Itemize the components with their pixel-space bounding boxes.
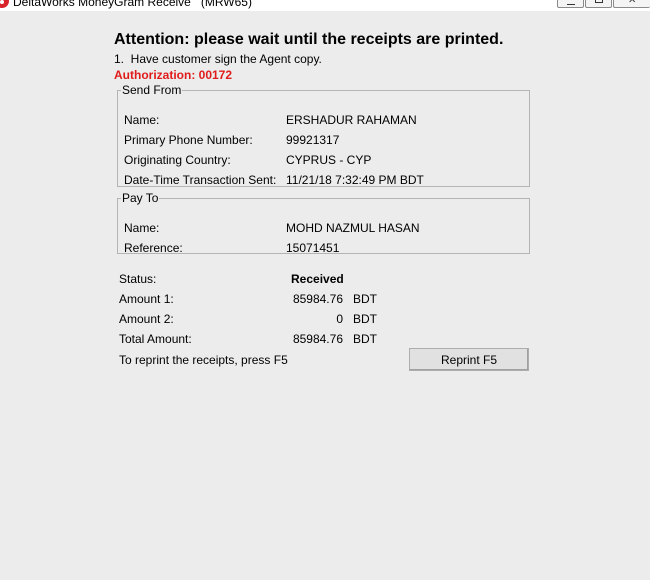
- close-button[interactable]: ✕: [613, 0, 650, 8]
- amount-label: Amount 2:: [119, 312, 174, 326]
- origin-country-value: CYPRUS - CYP: [286, 153, 372, 167]
- field-label: Reference:: [124, 241, 183, 255]
- sent-datetime-value: 11/21/18 7:32:49 PM BDT: [286, 173, 424, 187]
- reprint-instruction: To reprint the receipts, press F5: [119, 353, 288, 367]
- reference-row: Reference: 15071451: [118, 241, 529, 255]
- status-label: Status:: [119, 272, 157, 286]
- field-label: Date-Time Transaction Sent:: [124, 173, 277, 187]
- minimize-icon: [567, 2, 575, 5]
- currency-code: BDT: [353, 332, 377, 346]
- amount-row: Amount 1: 85984.76 BDT: [0, 292, 650, 306]
- amount-value: 85984.76: [292, 292, 343, 306]
- maximize-icon: [595, 0, 603, 3]
- sent-datetime-row: Date-Time Transaction Sent: 11/21/18 7:3…: [118, 173, 529, 187]
- close-icon: ✕: [628, 0, 637, 6]
- total-amount-row: Total Amount: 85984.76 BDT: [0, 332, 650, 346]
- minimize-button[interactable]: [557, 0, 584, 8]
- send-from-group: Send From Name: ERSHADUR RAHAMAN Primary…: [117, 84, 530, 187]
- moneygram-logo-icon: [0, 0, 9, 8]
- reprint-button[interactable]: Reprint F5: [409, 348, 529, 371]
- sender-phone-value: 99921317: [286, 133, 340, 147]
- amount-row: Amount 2: 0 BDT: [0, 312, 650, 326]
- sender-name-row: Name: ERSHADUR RAHAMAN: [118, 113, 529, 127]
- title-bar: DeltaWorks MoneyGram Receive (MRW65) ✕: [0, 0, 650, 11]
- authorization-number: Authorization: 00172: [114, 68, 233, 82]
- maximize-button[interactable]: [585, 0, 612, 8]
- sender-name-value: ERSHADUR RAHAMAN: [286, 113, 417, 127]
- field-label: Name:: [124, 221, 160, 235]
- field-label: Primary Phone Number:: [124, 133, 253, 147]
- origin-country-row: Originating Country: CYPRUS - CYP: [118, 153, 529, 167]
- sender-phone-row: Primary Phone Number: 99921317: [118, 133, 529, 147]
- total-amount-value: 85984.76: [292, 332, 343, 346]
- reference-value: 15071451: [286, 241, 340, 255]
- pay-to-legend: Pay To: [122, 191, 159, 205]
- status-value: Received: [291, 272, 344, 286]
- send-from-legend: Send From: [122, 83, 182, 97]
- status-row: Status: Received: [0, 272, 650, 286]
- currency-code: BDT: [353, 292, 377, 306]
- attention-heading: Attention: please wait until the receipt…: [114, 31, 504, 48]
- currency-code: BDT: [353, 312, 377, 326]
- amount-value: 0: [336, 312, 343, 326]
- field-label: Originating Country:: [124, 153, 231, 167]
- field-label: Name:: [124, 113, 160, 127]
- receiver-name-value: MOHD NAZMUL HASAN: [286, 221, 420, 235]
- pay-to-group: Pay To Name: MOHD NAZMUL HASAN Reference…: [117, 191, 530, 255]
- total-amount-label: Total Amount:: [119, 332, 192, 346]
- receiver-name-row: Name: MOHD NAZMUL HASAN: [118, 221, 529, 235]
- window-title: DeltaWorks MoneyGram Receive (MRW65): [13, 0, 252, 9]
- amount-label: Amount 1:: [119, 292, 174, 306]
- instruction-text: 1. Have customer sign the Agent copy.: [114, 52, 322, 66]
